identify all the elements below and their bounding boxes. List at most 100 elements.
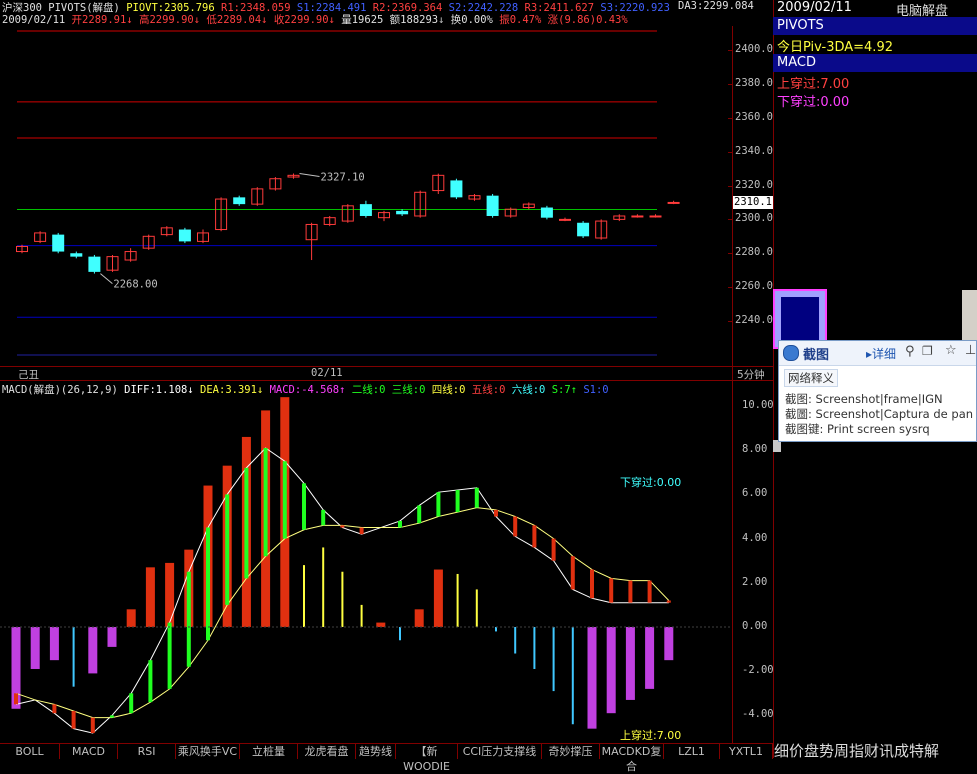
quote-low: 低2289.04 [206, 14, 262, 26]
macd-bar [645, 627, 655, 689]
price-tick-mark [728, 50, 733, 51]
indicator-tab[interactable]: 乘风换手VC [176, 744, 240, 759]
macd-tick-label: 10.00 [742, 399, 774, 411]
popup-logo-icon[interactable] [783, 345, 799, 361]
current-price-tag: 2310.1 [733, 196, 773, 209]
pin-icon[interactable]: ⊥ [965, 343, 976, 358]
popup-detail-link[interactable]: ▸详细 [866, 345, 896, 362]
price-tick-mark [728, 117, 733, 119]
background-window-strip [962, 290, 977, 340]
indicator-tabs: BOLL MACD RSI 乘风换手VC 立桩量 龙虎看盘 趋势线 【新WOODIE CCI压力… [0, 743, 773, 773]
pivots-title: PIVOTS [773, 17, 977, 35]
indicator-tab[interactable]: CCI压力支撑线 [458, 744, 542, 759]
indicator-tab[interactable]: 趋势线 [356, 744, 396, 759]
quote-volume: 量19625 [341, 14, 384, 26]
quote-open: 开2289.91 [71, 14, 127, 26]
candle-body [559, 218, 571, 221]
macd-bar [587, 627, 597, 729]
macd-l4: 四线:0 [431, 384, 466, 396]
macd-cross-down-label: 下穿过:0.00 [620, 476, 682, 489]
indicator-tab[interactable]: BOLL [0, 744, 60, 759]
high-annotation-leader [299, 172, 320, 177]
macd-tick-label: 2.00 [742, 575, 768, 588]
popup-header: 截图 ▸详细 ⚲ ❐ ☆ ⊥ [779, 341, 976, 366]
candle-body [631, 215, 644, 218]
macd-title: MACD [773, 54, 977, 72]
macd-tick-label: -4.00 [742, 708, 774, 721]
indicator-tab[interactable]: MACD [60, 744, 118, 759]
macd-bar [165, 562, 175, 627]
macd-macd: MACD:-4.568 [269, 384, 340, 396]
macd-bar [145, 567, 155, 627]
candlestick-chart[interactable]: 2327.10 2268.00 [0, 26, 732, 366]
indicator-tab[interactable]: 龙虎看盘 [298, 744, 356, 759]
candle-body [396, 210, 409, 215]
macd-dea: DEA:3.391 [200, 384, 257, 396]
indicator-tab[interactable]: RSI [118, 744, 176, 759]
macd-bar [303, 565, 305, 627]
macd-tick-label: 0.00 [742, 620, 768, 632]
macd-bar [514, 627, 517, 654]
price-tick-mark [728, 287, 733, 289]
quote-date: 2009/02/11 [2, 14, 66, 26]
macd-bar [625, 627, 635, 700]
price-tick-mark [728, 219, 733, 221]
panel-cross-down: 下穿过:0.00 [777, 95, 850, 110]
macd-bar [107, 627, 117, 647]
low-annotation: 2268.00 [113, 279, 157, 291]
macd-l6: 六线:0 [511, 384, 546, 396]
popup-line-1: 截图: Screenshot|frame|IGN [785, 392, 943, 406]
low-annotation-leader [100, 273, 113, 284]
quote-close: 收2299.90 [273, 14, 329, 26]
period-label[interactable]: 5分钟 [737, 367, 765, 382]
indicator-tab[interactable]: LZL1 [664, 744, 720, 759]
high-annotation: 2327.10 [321, 171, 365, 183]
macd-bar [475, 589, 478, 627]
macd-bar [399, 627, 401, 641]
quote-change: 涨(9.86)0.43% [547, 14, 628, 26]
macd-bar [126, 609, 136, 627]
candle-body [52, 234, 65, 252]
indicator-tab[interactable]: YXTL1 [720, 744, 773, 759]
dictionary-popup: 截图 ▸详细 ⚲ ❐ ☆ ⊥ 网络释义 截图: Screenshot|frame… [778, 340, 977, 442]
popup-section-label: 网络释义 [784, 369, 838, 387]
macd-bar [571, 627, 574, 725]
macd-bar [664, 627, 674, 661]
macd-bar [88, 627, 98, 674]
indicator-tab[interactable]: 【新WOODIE [396, 744, 458, 773]
macd-bar [341, 571, 344, 627]
macd-bar [533, 627, 536, 669]
pane-separator-bottom [0, 380, 773, 381]
candle-body [88, 256, 101, 272]
panel-cross-up: 上穿过:7.00 [777, 77, 850, 92]
panel-date: 2009/02/11 [777, 0, 852, 15]
price-tick-mark [728, 151, 733, 153]
macd-tick-label: 4.00 [742, 531, 768, 544]
pivots-value: 今日Piv-3DA=4.92 [777, 40, 893, 55]
candle-body [359, 204, 372, 216]
macd-l3: 三线:0 [391, 384, 426, 396]
macd-bar [322, 547, 325, 627]
search-icon[interactable]: ⚲ [905, 344, 915, 359]
price-tick-mark [728, 321, 733, 322]
macd-bar [495, 627, 497, 632]
macd-header: MACD(解盘)(26,12,9) DIFF:1.108↓ DEA:3.391↓… [2, 384, 609, 396]
candle-body [233, 197, 246, 205]
macd-bar [606, 627, 616, 714]
quote-line: 2009/02/11 开2289.91↓ 高2299.90↓ 低2289.04↓… [2, 14, 628, 26]
macd-chart[interactable] [0, 396, 732, 742]
macd-bar [30, 627, 40, 669]
indicator-tab[interactable]: MACDKD复合 [600, 744, 664, 773]
candle-body [70, 253, 83, 257]
macd-bar [433, 569, 443, 627]
date-mid-label: 02/11 [311, 367, 343, 379]
indicator-tab[interactable]: 立桩量 [240, 744, 298, 759]
star-icon[interactable]: ☆ [945, 343, 957, 358]
macd-bar [456, 573, 459, 627]
quote-amount: 额188293 [389, 14, 439, 26]
candle-body [649, 215, 662, 218]
copy-icon[interactable]: ❐ [922, 344, 933, 358]
indicator-tab[interactable]: 奇妙撑压 [542, 744, 600, 759]
quote-high: 高2299.90 [138, 14, 194, 26]
macd-bar [552, 627, 555, 692]
